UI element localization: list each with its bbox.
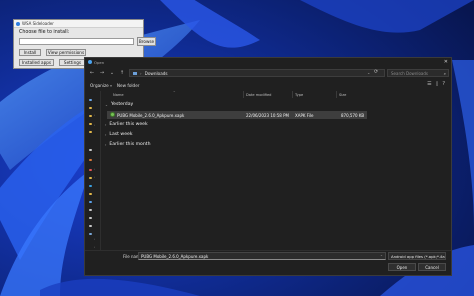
file-name: PUBG Mobile_2.6.0_Apkpure.xapk	[117, 113, 185, 118]
install-button[interactable]: Install	[19, 49, 41, 56]
group-label: Earlier this week	[109, 122, 148, 127]
expand-chevron-icon[interactable]: ›	[94, 237, 97, 241]
file-type-select[interactable]: Android app files (*.apk;*.xapk)	[388, 252, 446, 260]
group-expand-icon: ›	[105, 122, 107, 127]
search-icon: ⌕	[443, 70, 446, 76]
column-size[interactable]: Size	[339, 93, 346, 97]
this-pc-icon	[133, 71, 137, 75]
group-label: Earlier this month	[109, 142, 151, 147]
expand-chevron-icon[interactable]: ›	[94, 175, 97, 179]
group-label: Last week	[109, 132, 133, 137]
settings-button[interactable]: Settings	[59, 59, 86, 66]
command-bar: Organize ▾ New folder ☰ ▯ ?	[85, 81, 451, 89]
group-label: Yesterday	[110, 102, 134, 107]
dialog-footer: File name: PUBG Mobile_2.6.0_Apkpure.xap…	[85, 250, 451, 275]
preview-pane-icon[interactable]: ▯	[436, 81, 439, 87]
nav-folder-icon[interactable]	[89, 123, 92, 125]
dialog-title: Open	[94, 59, 105, 65]
back-arrow-icon[interactable]: ←	[87, 70, 97, 76]
column-headers: ^ Name Date modified Type Size	[103, 90, 451, 98]
organize-chevron-icon: ▾	[110, 83, 112, 88]
nav-folder-icon[interactable]	[89, 131, 92, 133]
nav-folder-icon[interactable]	[89, 107, 92, 109]
nav-folder-icon[interactable]	[89, 169, 92, 171]
expand-chevron-icon[interactable]: ›	[94, 113, 97, 117]
nav-network-icon[interactable]	[89, 233, 92, 235]
group-expand-icon: ›	[105, 132, 107, 137]
choose-file-label: Choose file to install:	[19, 30, 70, 35]
group-header-earlier-this-month[interactable]: › Earlier this month	[105, 142, 151, 147]
organize-label: Organize	[90, 82, 109, 88]
new-folder-button[interactable]: New folder	[117, 83, 140, 88]
column-date-modified[interactable]: Date modified	[246, 93, 271, 97]
file-row-selected[interactable]: PUBG Mobile_2.6.0_Apkpure.xapk 22/06/202…	[107, 111, 367, 119]
navigation-bar: ← → ⌄ ↑ › Downloads ⌄ ⟳ Search Downloads…	[85, 68, 451, 78]
group-header-earlier-this-week[interactable]: › Earlier this week	[105, 122, 148, 127]
open-button[interactable]: Open	[388, 263, 416, 271]
file-name-input[interactable]: PUBG Mobile_2.6.0_Apkpure.xapk	[138, 252, 386, 260]
breadcrumb-chevron-icon: ›	[140, 70, 142, 76]
installed-apps-button[interactable]: Installed apps	[19, 59, 54, 66]
apk-path-input[interactable]	[19, 38, 134, 45]
browse-button[interactable]: Browse	[137, 37, 156, 46]
column-type[interactable]: Type	[295, 93, 303, 97]
open-file-dialog: Open ✕ ← → ⌄ ↑ › Downloads ⌄ ⟳ Search Do…	[84, 57, 452, 276]
group-header-last-week[interactable]: › Last week	[105, 132, 133, 137]
file-type-dropdown-icon[interactable]: ⌄	[440, 253, 443, 257]
help-icon[interactable]: ?	[442, 81, 445, 87]
view-mode-icon[interactable]: ☰	[427, 81, 431, 87]
view-options: ☰ ▯ ?	[427, 81, 445, 87]
file-type: XAPK File	[295, 113, 314, 118]
apk-file-icon	[110, 112, 115, 117]
nav-drive-icon[interactable]	[89, 217, 92, 219]
search-placeholder: Search Downloads	[391, 70, 428, 76]
column-divider[interactable]	[243, 91, 244, 98]
sideloader-titlebar[interactable]: WSA Sideloader	[14, 20, 143, 28]
organize-button[interactable]: Organize ▾	[90, 83, 112, 88]
file-date: 22/06/2023 10:58 PM	[246, 113, 289, 118]
address-bar[interactable]: › Downloads	[129, 69, 385, 77]
dialog-app-icon	[88, 60, 92, 64]
group-header-yesterday[interactable]: ⌄ Yesterday	[105, 102, 133, 107]
nav-folder-icon[interactable]	[89, 115, 92, 117]
expand-chevron-icon[interactable]: ›	[94, 123, 97, 127]
breadcrumb-downloads[interactable]: Downloads	[145, 71, 168, 76]
column-divider[interactable]	[292, 91, 293, 98]
navigation-pane[interactable]: › › › › › ›	[85, 91, 101, 251]
expand-chevron-icon[interactable]: ›	[94, 245, 97, 249]
nav-folder-icon[interactable]	[89, 177, 92, 179]
sideloader-title: WSA Sideloader	[22, 21, 54, 26]
nav-folder-icon[interactable]	[89, 193, 92, 195]
column-divider[interactable]	[336, 91, 337, 98]
nav-folder-icon[interactable]	[89, 159, 92, 161]
refresh-icon[interactable]: ⟳	[374, 69, 378, 75]
nav-quick-access-icon[interactable]	[89, 99, 92, 101]
nav-drive-icon[interactable]	[89, 149, 92, 151]
sideloader-app-icon	[16, 21, 20, 26]
nav-folder-icon[interactable]	[89, 201, 92, 203]
dialog-titlebar[interactable]: Open ✕	[85, 58, 451, 66]
nav-drive-icon[interactable]	[89, 209, 92, 211]
file-size: 870,570 KB	[341, 113, 365, 118]
recent-chevron-icon[interactable]: ⌄	[107, 70, 117, 76]
group-expand-icon: ›	[105, 142, 107, 147]
search-input[interactable]: Search Downloads ⌕	[387, 69, 449, 77]
nav-folder-icon[interactable]	[89, 185, 92, 187]
column-name[interactable]: Name	[113, 93, 124, 97]
nav-drive-icon[interactable]	[89, 225, 92, 227]
file-list: ^ Name Date modified Type Size ⌄ Yesterd…	[103, 90, 451, 251]
cancel-button[interactable]: Cancel	[418, 263, 446, 271]
address-dropdown-icon[interactable]: ⌄	[367, 70, 370, 75]
group-collapse-icon: ⌄	[105, 102, 108, 107]
up-arrow-icon[interactable]: ↑	[117, 70, 127, 76]
sort-caret-icon: ^	[173, 90, 176, 94]
close-icon[interactable]: ✕	[444, 59, 448, 65]
view-permissions-button[interactable]: View permissions	[46, 49, 86, 56]
file-name-dropdown-icon[interactable]: ⌄	[380, 253, 383, 257]
expand-chevron-icon[interactable]: ›	[94, 167, 97, 171]
forward-arrow-icon[interactable]: →	[97, 70, 107, 76]
